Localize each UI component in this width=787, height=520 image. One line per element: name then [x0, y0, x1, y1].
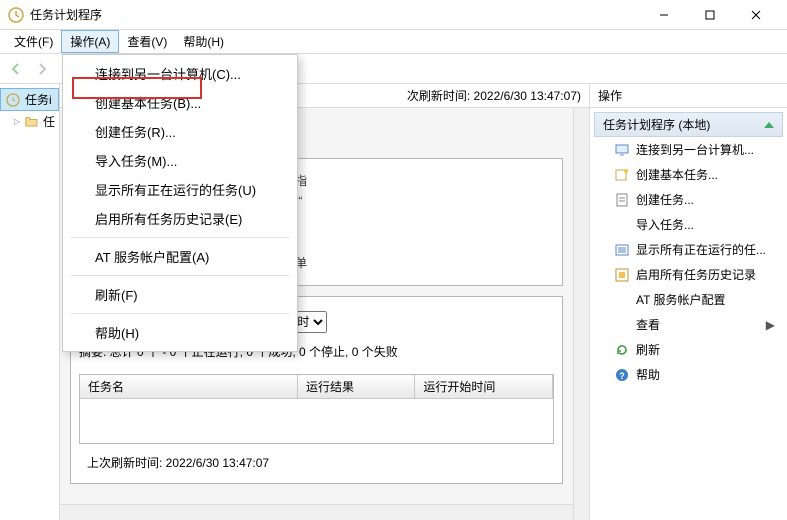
computer-icon: [614, 142, 630, 158]
action-connect[interactable]: 连接到另一台计算机...: [594, 137, 783, 162]
action-refresh[interactable]: 刷新: [594, 337, 783, 362]
tree-pane: 任务i ▷ 任: [0, 84, 60, 520]
menu-view[interactable]: 查看(V): [119, 31, 175, 52]
action-import[interactable]: 导入任务...: [594, 212, 783, 237]
action-at-account[interactable]: AT 服务帐户配置: [594, 287, 783, 312]
close-button[interactable]: [733, 0, 779, 30]
action-context-menu: 连接到另一台计算机(C)... 创建基本任务(B)... 创建任务(R)... …: [62, 54, 298, 352]
svg-text:?: ?: [619, 371, 625, 381]
submenu-arrow-icon: ▶: [766, 318, 775, 332]
menu-action[interactable]: 操作(A): [61, 30, 119, 53]
wand-icon: [614, 167, 630, 183]
tree-child-node[interactable]: ▷ 任: [0, 111, 59, 132]
status-table: 任务名 运行结果 运行开始时间: [79, 374, 554, 444]
cm-at-account[interactable]: AT 服务帐户配置(A): [65, 242, 295, 271]
back-button[interactable]: [6, 59, 26, 79]
tree-root-label: 任务i: [25, 91, 52, 108]
cm-create-task[interactable]: 创建任务(R)...: [65, 117, 295, 146]
action-view[interactable]: 查看 ▶: [594, 312, 783, 337]
col-run-result[interactable]: 运行结果: [298, 375, 415, 398]
clock-icon: [5, 92, 21, 108]
app-icon: [8, 7, 24, 23]
folder-icon: [24, 114, 39, 130]
action-enable-history[interactable]: 启用所有任务历史记录: [594, 262, 783, 287]
actions-pane: 操作 任务计划程序 (本地) 连接到另一台计算机... 创建基本任务... 创建…: [590, 84, 787, 520]
cm-import[interactable]: 导入任务(M)...: [65, 146, 295, 175]
action-help[interactable]: ? 帮助: [594, 362, 783, 387]
last-refresh-header: 次刷新时间: 2022/6/30 13:47:07): [407, 87, 581, 104]
title-bar: 任务计划程序: [0, 0, 787, 30]
action-create-basic[interactable]: 创建基本任务...: [594, 162, 783, 187]
menu-help[interactable]: 帮助(H): [175, 31, 232, 52]
cm-create-basic[interactable]: 创建基本任务(B)...: [65, 88, 295, 117]
forward-button[interactable]: [32, 59, 52, 79]
history-icon: [614, 267, 630, 283]
maximize-button[interactable]: [687, 0, 733, 30]
menu-file[interactable]: 文件(F): [6, 31, 61, 52]
tree-child-label: 任: [43, 113, 55, 130]
table-header: 任务名 运行结果 运行开始时间: [80, 375, 553, 399]
cm-separator: [71, 237, 289, 238]
window-title: 任务计划程序: [30, 6, 102, 23]
action-show-running[interactable]: 显示所有正在运行的任...: [594, 237, 783, 262]
tree-root-node[interactable]: 任务i: [0, 88, 59, 111]
col-start-time[interactable]: 运行开始时间: [415, 375, 553, 398]
task-icon: [614, 192, 630, 208]
action-group-header[interactable]: 任务计划程序 (本地): [594, 112, 783, 137]
actions-body: 任务计划程序 (本地) 连接到另一台计算机... 创建基本任务... 创建任务.…: [590, 108, 787, 520]
refresh-icon: [614, 342, 630, 358]
expand-icon[interactable]: ▷: [14, 117, 20, 126]
list-icon: [614, 242, 630, 258]
cm-show-running[interactable]: 显示所有正在运行的任务(U): [65, 175, 295, 204]
help-icon: ?: [614, 367, 630, 383]
collapse-icon: [764, 122, 774, 128]
menu-bar: 文件(F) 操作(A) 查看(V) 帮助(H): [0, 30, 787, 54]
cm-enable-history[interactable]: 启用所有任务历史记录(E): [65, 204, 295, 233]
vertical-scrollbar[interactable]: [573, 108, 589, 520]
action-create-task[interactable]: 创建任务...: [594, 187, 783, 212]
minimize-button[interactable]: [641, 0, 687, 30]
cm-connect[interactable]: 连接到另一台计算机(C)...: [65, 59, 295, 88]
cm-separator-3: [71, 313, 289, 314]
col-task-name[interactable]: 任务名: [80, 375, 298, 398]
cm-help[interactable]: 帮助(H): [65, 318, 295, 347]
footer-refresh: 上次刷新时间: 2022/6/30 13:47:07: [79, 444, 554, 475]
horizontal-scrollbar[interactable]: [60, 504, 573, 520]
actions-title: 操作: [590, 84, 787, 108]
cm-refresh[interactable]: 刷新(F): [65, 280, 295, 309]
cm-separator-2: [71, 275, 289, 276]
